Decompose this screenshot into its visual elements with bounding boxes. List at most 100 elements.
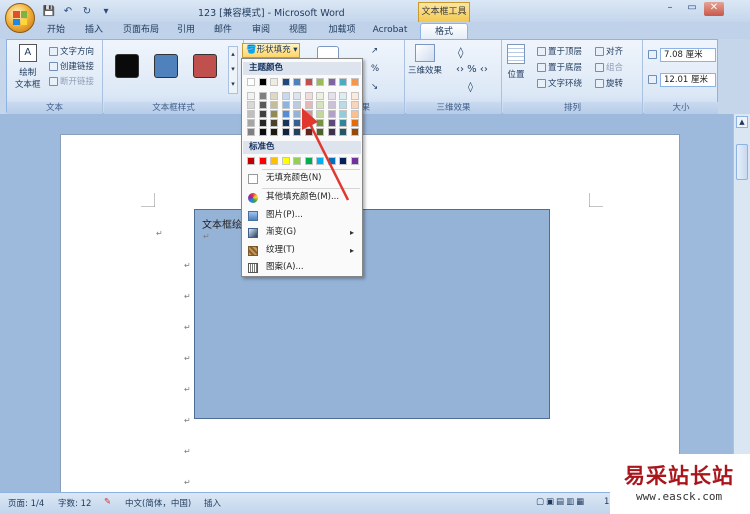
tilt-down-icon[interactable]: ◊: [468, 82, 473, 93]
theme-shade-swatch[interactable]: [270, 92, 278, 100]
text-direction-button[interactable]: 文字方向: [49, 45, 94, 57]
styles-scroll[interactable]: ▴ ▾ ▾: [228, 46, 238, 94]
theme-shade-swatch[interactable]: [258, 128, 267, 136]
standard-color-swatch[interactable]: [247, 157, 255, 165]
tab-references[interactable]: 引用: [171, 22, 201, 39]
standard-color-swatch[interactable]: [281, 157, 290, 165]
theme-shade-swatch[interactable]: [258, 101, 267, 109]
theme-shade-swatch[interactable]: [350, 92, 359, 100]
shadow-toggle-icon[interactable]: %: [371, 64, 379, 74]
align-button[interactable]: 对齐: [595, 45, 623, 57]
send-back-icon: [537, 62, 546, 72]
group-button[interactable]: 组合: [595, 61, 623, 73]
tab-format[interactable]: 格式: [420, 23, 468, 39]
tab-view[interactable]: 视图: [283, 22, 313, 39]
theme-shade-swatch[interactable]: [281, 128, 290, 136]
bring-to-front-button[interactable]: 置于顶层: [537, 45, 582, 57]
theme-color-swatch[interactable]: [258, 78, 267, 86]
theme-shade-swatch[interactable]: [270, 101, 278, 109]
standard-color-swatch[interactable]: [258, 157, 267, 165]
theme-color-swatch[interactable]: [270, 78, 278, 86]
gradient-fill-item[interactable]: 渐变(G) ▸: [244, 224, 360, 241]
minimize-icon[interactable]: –: [660, 2, 680, 16]
rotate-button[interactable]: 旋转: [595, 77, 623, 89]
standard-color-swatch[interactable]: [270, 157, 278, 165]
height-input[interactable]: 7.08 厘米: [660, 48, 716, 62]
qat-more-icon[interactable]: ▾: [99, 4, 113, 18]
scroll-up-icon[interactable]: ▲: [736, 116, 748, 128]
language-status[interactable]: 中文(简体，中国): [125, 497, 191, 509]
texture-fill-item[interactable]: 纹理(T) ▸: [244, 242, 360, 259]
theme-color-swatch[interactable]: [350, 78, 359, 86]
theme-shade-swatch[interactable]: [304, 92, 313, 100]
theme-shade-swatch[interactable]: [270, 128, 278, 136]
theme-color-swatch[interactable]: [304, 78, 313, 86]
create-link-button[interactable]: 创建链接: [49, 60, 94, 72]
theme-shade-swatch[interactable]: [327, 92, 336, 100]
scroll-thumb[interactable]: [736, 144, 748, 180]
undo-icon[interactable]: ↶: [61, 4, 75, 18]
style-swatch-black[interactable]: [115, 54, 139, 78]
document-page[interactable]: ↵ ↵ ↵ ↵ ↵ ↵ ↵ ↵ ↵ 文本框绘 ↵: [60, 134, 680, 494]
shape-fill-button[interactable]: 🪣形状填充 ▾: [242, 43, 300, 58]
tilt-up-icon[interactable]: ◊: [458, 46, 469, 59]
theme-shade-swatch[interactable]: [247, 119, 255, 127]
nudge-up-icon[interactable]: ↗: [371, 46, 378, 56]
tab-insert[interactable]: 插入: [78, 22, 110, 39]
word-count[interactable]: 字数: 12: [58, 497, 91, 509]
save-icon[interactable]: 💾: [42, 4, 56, 18]
theme-color-swatch[interactable]: [339, 78, 347, 86]
break-link-button[interactable]: 断开链接: [49, 75, 94, 87]
text-wrap-button[interactable]: 文字环绕: [537, 77, 582, 89]
style-swatch-blue[interactable]: [154, 54, 178, 78]
maximize-icon[interactable]: ▭: [682, 2, 702, 16]
theme-shade-swatch[interactable]: [247, 128, 255, 136]
tab-acrobat[interactable]: Acrobat: [368, 22, 412, 39]
theme-shade-swatch[interactable]: [258, 119, 267, 127]
proofing-icon[interactable]: ✎: [104, 497, 111, 507]
tab-page-layout[interactable]: 页面布局: [117, 22, 165, 39]
theme-shade-swatch[interactable]: [247, 101, 255, 109]
office-button[interactable]: [5, 3, 35, 33]
tilt-controls[interactable]: ‹› % ‹›: [456, 64, 488, 75]
theme-shade-swatch[interactable]: [247, 110, 255, 118]
theme-shade-swatch[interactable]: [281, 119, 290, 127]
width-input[interactable]: 12.01 厘米: [660, 73, 716, 87]
3d-effect-button[interactable]: 三维效果: [408, 44, 442, 76]
office-logo-icon: [13, 11, 27, 25]
theme-color-swatch[interactable]: [247, 78, 255, 86]
pattern-fill-item[interactable]: 图案(A)...: [244, 259, 360, 276]
vertical-scrollbar[interactable]: ▲: [733, 114, 750, 492]
textbox-text[interactable]: 文本框绘: [202, 216, 242, 231]
position-button[interactable]: 位置: [507, 44, 525, 80]
theme-shade-swatch[interactable]: [339, 92, 347, 100]
page-count[interactable]: 页面: 1/4: [8, 497, 44, 509]
draw-textbox-button[interactable]: A 绘制 文本框: [15, 44, 41, 90]
tab-home[interactable]: 开始: [40, 22, 72, 39]
insert-mode[interactable]: 插入: [204, 497, 221, 509]
tab-review[interactable]: 审阅: [246, 22, 276, 39]
redo-icon[interactable]: ↻: [80, 4, 94, 18]
theme-shade-swatch[interactable]: [247, 92, 255, 100]
bring-front-icon: [537, 46, 546, 56]
tab-addins[interactable]: 加载项: [322, 22, 362, 39]
theme-shade-swatch[interactable]: [316, 92, 324, 100]
theme-shade-swatch[interactable]: [293, 92, 301, 100]
send-to-back-button[interactable]: 置于底层: [537, 61, 582, 73]
theme-shade-swatch[interactable]: [281, 110, 290, 118]
theme-shade-swatch[interactable]: [281, 101, 290, 109]
theme-color-swatch[interactable]: [327, 78, 336, 86]
theme-color-swatch[interactable]: [293, 78, 301, 86]
tab-mailings[interactable]: 邮件: [208, 22, 238, 39]
close-icon[interactable]: ✕: [704, 2, 724, 16]
theme-shade-swatch[interactable]: [258, 110, 267, 118]
nudge-down-icon[interactable]: ↘: [371, 82, 378, 92]
style-swatch-red[interactable]: [193, 54, 217, 78]
theme-shade-swatch[interactable]: [270, 119, 278, 127]
theme-color-swatch[interactable]: [316, 78, 324, 86]
theme-shade-swatch[interactable]: [281, 92, 290, 100]
theme-shade-swatch[interactable]: [270, 110, 278, 118]
view-buttons[interactable]: ▢▣▤▥▦: [536, 497, 586, 507]
theme-shade-swatch[interactable]: [258, 92, 267, 100]
theme-color-swatch[interactable]: [281, 78, 290, 86]
